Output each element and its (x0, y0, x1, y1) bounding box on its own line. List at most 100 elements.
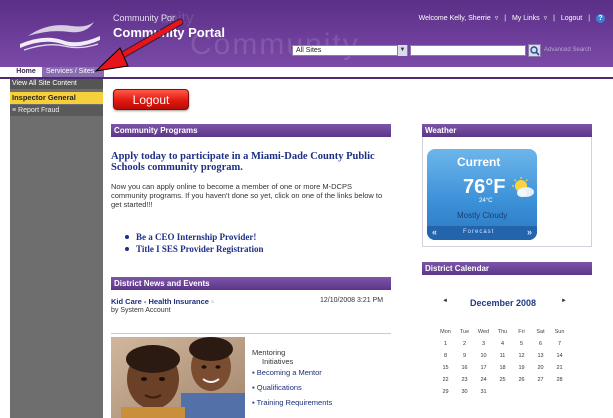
calendar-day[interactable]: 7 (550, 338, 569, 350)
calendar-day[interactable]: 19 (512, 362, 531, 374)
tab-home[interactable]: Home (10, 67, 42, 77)
district-calendar: ◄ December 2008 ► Mon Tue Wed Thu Fri Sa… (430, 292, 572, 412)
bullet-icon: ▪ (252, 368, 255, 377)
calendar-day[interactable]: 9 (455, 350, 474, 362)
calendar-day[interactable]: 20 (531, 362, 550, 374)
calendar-day[interactable]: 25 (493, 374, 512, 386)
calendar-day[interactable]: 15 (436, 362, 455, 374)
calendar-day[interactable]: 16 (455, 362, 474, 374)
training-requirements-link[interactable]: ▪ Training Requirements (252, 398, 332, 407)
calendar-day[interactable]: 3 (474, 338, 493, 350)
calendar-day[interactable]: 13 (531, 350, 550, 362)
calendar-day[interactable]: 23 (455, 374, 474, 386)
calendar-day[interactable]: 29 (436, 386, 455, 398)
calendar-day[interactable]: 12 (512, 350, 531, 362)
community-programs-heading: Apply today to participate in a Miami-Da… (111, 151, 375, 173)
calendar-day[interactable]: 18 (493, 362, 512, 374)
calendar-day[interactable]: 6 (531, 338, 550, 350)
separator: | (588, 15, 591, 22)
search-scope-value: All Sites (296, 47, 322, 54)
calendar-dow: Mon (440, 329, 451, 335)
chevron-down-icon[interactable]: ▼ (397, 45, 407, 56)
calendar-dow: Wed (477, 329, 490, 335)
weather-header: Weather (422, 124, 592, 137)
portal-logo-icon[interactable] (14, 16, 106, 54)
mentoring-initiatives-title: Mentoring Initiatives (252, 348, 294, 366)
title-i-ses-link[interactable]: Title I SES Provider Registration (125, 243, 264, 255)
calendar-day[interactable]: 28 (550, 374, 569, 386)
sidebar-item-report-fraud[interactable]: ≡ Report Fraud (10, 105, 103, 116)
weather-forecast-link[interactable]: Forecast (463, 229, 494, 235)
district-news-header: District News and Events (111, 277, 391, 290)
search-input[interactable] (410, 45, 526, 56)
separator: | (553, 15, 555, 22)
calendar-day[interactable]: 1 (436, 338, 455, 350)
calendar-day (493, 386, 512, 398)
calendar-dow: Fri (518, 329, 525, 335)
sidebar-item-inspector-general[interactable]: Inspector General (10, 92, 103, 104)
calendar-day[interactable]: 8 (436, 350, 455, 362)
search-go-button[interactable] (528, 44, 541, 57)
community-programs-header: Community Programs (111, 124, 391, 137)
weather-prev-button[interactable]: « (432, 227, 437, 237)
calendar-day[interactable]: 21 (550, 362, 569, 374)
calendar-day[interactable]: 10 (474, 350, 493, 362)
bullet-icon (125, 235, 129, 239)
view-all-site-content-link[interactable]: View All Site Content (10, 79, 103, 89)
community-programs-links: Be a CEO Internship Provider! Title I SE… (125, 231, 264, 255)
search-icon (530, 46, 540, 56)
calendar-day[interactable]: 17 (474, 362, 493, 374)
bullet-icon: ▪ (252, 383, 255, 392)
qualifications-link[interactable]: ▪ Qualifications (252, 383, 302, 392)
community-programs-webpart: Apply today to participate in a Miami-Da… (111, 137, 391, 262)
weather-condition: Mostly Cloudy (457, 211, 508, 220)
news-item-author: by System Account (111, 307, 171, 314)
calendar-dow: Tue (459, 329, 470, 335)
calendar-week: 22 23 24 25 26 27 28 (436, 374, 570, 386)
calendar-day (512, 386, 531, 398)
calendar-next-month-button[interactable]: ► (561, 298, 567, 304)
calendar-day[interactable]: 31 (474, 386, 493, 398)
calendar-day[interactable]: 2 (455, 338, 474, 350)
link-label: Title I SES Provider Registration (136, 244, 264, 254)
search-scope-select[interactable]: All Sites ▼ (292, 45, 408, 56)
list-icon: ≡ (12, 107, 17, 114)
weather-next-button[interactable]: » (527, 227, 532, 237)
logout-link[interactable]: Logout (561, 15, 582, 22)
my-links-menu[interactable]: My Links (512, 15, 540, 22)
divider (111, 333, 391, 334)
calendar-day (550, 386, 569, 398)
user-welcome-bar: Welcome Kelly, Sherrie ▿ | My Links ▿ | Lo… (417, 14, 607, 23)
calendar-prev-month-button[interactable]: ◄ (442, 298, 448, 304)
site-title[interactable]: Community Portal (113, 25, 225, 40)
calendar-dow: Sun (554, 329, 565, 335)
calendar-day[interactable]: 14 (550, 350, 569, 362)
weather-temp-f: 76°F (463, 176, 506, 198)
quick-launch-sidebar: View All Site Content Inspector General … (10, 79, 103, 418)
calendar-day[interactable]: 5 (512, 338, 531, 350)
weather-current-label: Current (457, 155, 501, 169)
help-icon[interactable]: ? (596, 14, 605, 23)
news-item-title[interactable]: Kid Care - Health Insurance ▫ (111, 297, 214, 306)
calendar-day[interactable]: 22 (436, 374, 455, 386)
calendar-day[interactable]: 27 (531, 374, 550, 386)
ceo-internship-link[interactable]: Be a CEO Internship Provider! (125, 231, 264, 243)
weather-forecast-bar: « Forecast » (427, 226, 537, 240)
site-header: unity Community Community Por Community … (0, 0, 613, 67)
welcome-menu[interactable]: Welcome Kelly, Sherrie (419, 15, 491, 22)
calendar-day[interactable]: 26 (512, 374, 531, 386)
logout-button[interactable]: Logout (113, 89, 189, 110)
calendar-day[interactable]: 30 (455, 386, 474, 398)
tab-services-sites[interactable]: Services / Sites (42, 67, 104, 77)
link-label: Be a CEO Internship Provider! (136, 232, 257, 242)
calendar-day[interactable]: 11 (493, 350, 512, 362)
top-nav-tabs: Home Services / Sites (10, 67, 104, 77)
calendar-dow-row: Mon Tue Wed Thu Fri Sat Sun (436, 326, 570, 338)
chevron-down-icon: ▿ (543, 15, 548, 22)
calendar-day[interactable]: 24 (474, 374, 493, 386)
calendar-day[interactable]: 4 (493, 338, 512, 350)
separator: | (504, 15, 507, 22)
calendar-day (531, 386, 550, 398)
becoming-a-mentor-link[interactable]: ▪ Becoming a Mentor (252, 368, 322, 377)
advanced-search-link[interactable]: Advanced Search (544, 47, 591, 53)
